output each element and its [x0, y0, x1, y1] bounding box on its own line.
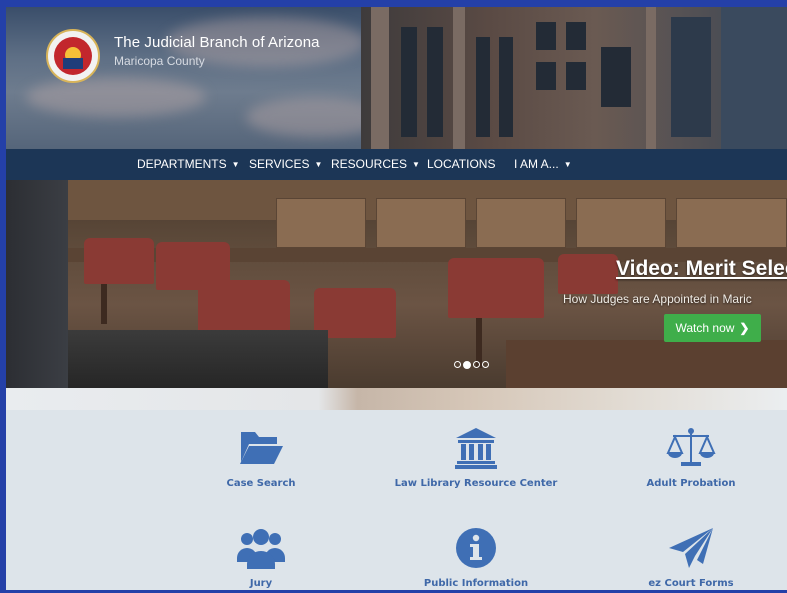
quick-link-law-library[interactable]: Law Library Resource Center — [376, 426, 576, 489]
nav-item-i-am-a[interactable]: I AM A... ▼ — [514, 157, 572, 171]
courtroom-chair — [84, 238, 154, 284]
nav-item-services[interactable]: SERVICES ▼ — [249, 157, 322, 171]
page-viewport: The Judicial Branch of Arizona Maricopa … — [6, 7, 787, 590]
wood-panel — [676, 198, 787, 248]
watch-now-button[interactable]: Watch now ❯ — [664, 314, 761, 342]
quick-link-label: Case Search — [226, 478, 296, 489]
courtroom-chair — [198, 280, 290, 336]
slider-dot-2[interactable] — [463, 360, 471, 369]
site-title[interactable]: The Judicial Branch of Arizona — [114, 34, 320, 51]
seal-emblem — [54, 37, 92, 75]
quick-link-jury[interactable]: Jury — [161, 526, 361, 589]
slide-title-link[interactable]: Video: Merit Selecti — [616, 257, 787, 281]
caret-down-icon: ▼ — [314, 160, 323, 170]
slider-pagination — [454, 354, 491, 369]
slider-dot-4[interactable] — [482, 361, 489, 368]
window-frame-top — [0, 0, 787, 7]
sky-cloud — [26, 77, 206, 117]
nav-item-label: SERVICES — [249, 157, 310, 171]
scales-icon — [591, 426, 787, 474]
info-icon — [376, 526, 576, 574]
quick-link-case-search[interactable]: Case Search — [161, 426, 361, 489]
quick-link-label: ez Court Forms — [648, 578, 734, 589]
nav-item-locations[interactable]: LOCATIONS — [427, 157, 495, 171]
quick-link-ez-court-forms[interactable]: ez Court Forms — [591, 526, 787, 589]
quick-links: Case Search Law Library Resource Center — [6, 410, 787, 590]
wood-panel — [576, 198, 666, 248]
folder-open-icon — [161, 426, 361, 474]
quick-link-label: Law Library Resource Center — [394, 478, 558, 489]
paper-plane-icon — [591, 526, 787, 574]
nav-item-label: I AM A... — [514, 157, 559, 171]
hero-left-shadow — [6, 180, 68, 388]
nav-item-resources[interactable]: RESOURCES ▼ — [331, 157, 420, 171]
foreground-bench — [506, 340, 787, 388]
hero-slider[interactable]: Video: Merit Selecti How Judges are Appo… — [6, 180, 787, 388]
quick-link-public-information[interactable]: Public Information — [376, 526, 576, 589]
quick-link-label: Jury — [249, 578, 273, 589]
wood-panel — [376, 198, 466, 248]
site-header: The Judicial Branch of Arizona Maricopa … — [6, 7, 787, 149]
courtroom-chair — [448, 258, 544, 318]
users-icon — [161, 526, 361, 574]
wood-panel — [476, 198, 566, 248]
caret-down-icon: ▼ — [231, 160, 240, 170]
quick-link-adult-probation[interactable]: Adult Probation — [591, 426, 787, 489]
seal-capitol — [63, 58, 83, 69]
site-subtitle: Maricopa County — [114, 54, 205, 68]
slider-dot-3[interactable] — [473, 361, 480, 368]
courtroom-chair — [558, 254, 618, 294]
county-seal-logo[interactable] — [46, 29, 100, 83]
watch-now-label: Watch now — [675, 321, 735, 335]
main-nav: DEPARTMENTS ▼ SERVICES ▼ RESOURCES ▼ LOCATI… — [6, 149, 787, 180]
courthouse-icon — [376, 426, 576, 474]
slide-subtitle: How Judges are Appointed in Maric — [563, 292, 752, 306]
wood-panel — [276, 198, 366, 248]
foreground-desk — [68, 330, 328, 388]
chevron-right-icon: ❯ — [739, 321, 750, 335]
nav-item-label: LOCATIONS — [427, 157, 496, 171]
caret-down-icon: ▼ — [563, 160, 572, 170]
nav-item-departments[interactable]: DEPARTMENTS ▼ — [137, 157, 240, 171]
slider-dot-1[interactable] — [454, 361, 461, 368]
courthouse-building-image — [361, 7, 787, 149]
caret-down-icon: ▼ — [412, 160, 420, 170]
quick-link-label: Adult Probation — [646, 478, 736, 489]
quick-link-label: Public Information — [423, 578, 529, 589]
nav-item-label: RESOURCES — [331, 157, 408, 171]
hero-bottom-strip — [6, 388, 787, 410]
nav-item-label: DEPARTMENTS — [137, 157, 227, 171]
